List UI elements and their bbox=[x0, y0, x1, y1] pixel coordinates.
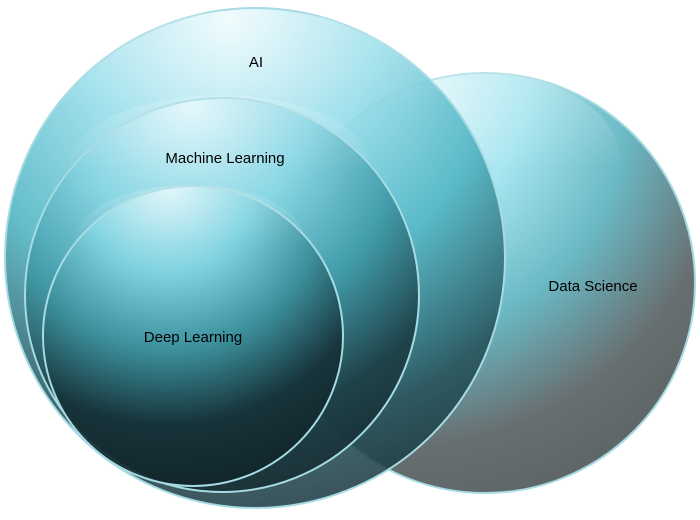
label-data-science: Data Science bbox=[548, 278, 637, 295]
label-ai: AI bbox=[249, 54, 263, 71]
venn-diagram: AI Machine Learning Deep Learning Data S… bbox=[4, 7, 696, 509]
label-machine-learning: Machine Learning bbox=[165, 150, 284, 167]
label-deep-learning: Deep Learning bbox=[144, 329, 242, 346]
